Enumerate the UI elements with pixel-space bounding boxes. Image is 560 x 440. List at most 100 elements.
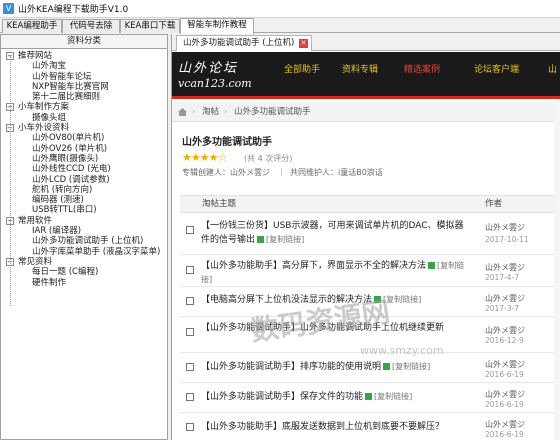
creator-info: 专辑创建人：山外メ雲ジ <box>182 168 270 177</box>
list-item: 【一份钱三份货】USB示波器，可用来调试单片机的DAC、模拟器件的信号输出 [复制… <box>180 215 555 255</box>
row-date: 2017-3-7 <box>485 304 520 313</box>
tree-item-forum[interactable]: 山外智能车论坛 <box>1 72 167 82</box>
window-title: 山外KEA编程下载助手V1.0 <box>18 5 129 15</box>
breadcrumb-current[interactable]: 山外多功能调试助手 <box>234 102 311 122</box>
category-tree: − 推荐网站 山外淘宝 山外智能车论坛 NXP智能车比赛官网 第十二届比赛细则 −… <box>1 49 167 306</box>
tree-item-rules[interactable]: 第十二届比赛细则 <box>1 92 167 102</box>
thread-link[interactable]: 【山外多功能调试助手】保存文件的功能 <box>201 392 363 402</box>
rating-count: (共 4 次评分) <box>244 154 293 163</box>
sidebar: 资料分类 − 推荐网站 山外淘宝 山外智能车论坛 NXP智能车比赛官网 第十二届比… <box>0 34 168 440</box>
attachment-icon <box>383 363 391 370</box>
home-icon[interactable] <box>178 108 187 116</box>
site-header: 山外论坛 vcan123.com 全部助手 资料专辑 精选案例 论坛客户端 山 <box>172 52 560 99</box>
tree-item-hardware[interactable]: 硬件制作 <box>1 278 167 288</box>
nav-forum-client[interactable]: 论坛客户端 <box>474 62 519 75</box>
tree-item-font-menu[interactable]: 山外字库菜单助手 (液晶汉字菜单) <box>1 247 167 257</box>
tab-code-remove[interactable]: 代码号去除 <box>62 19 120 33</box>
row-author[interactable]: 山外メ雲ジ <box>485 359 525 370</box>
title-bar: V 山外KEA编程下载助手V1.0 <box>0 0 560 18</box>
tree-item-ov26[interactable]: 山外OV26 (单片机) <box>1 144 167 154</box>
tree-item-camera-group[interactable]: 摄像头组 <box>1 113 167 123</box>
tree-item-debug-assistant[interactable]: 山外多功能调试助手 (上位机) <box>1 236 167 246</box>
breadcrumb-taotie[interactable]: 淘帖 <box>202 102 219 122</box>
tree-item-taobao[interactable]: 山外淘宝 <box>1 61 167 71</box>
tree-item-usb-ttl[interactable]: USB转TTL(串口) <box>1 205 167 215</box>
watermark-url: www.smzy.com <box>360 344 444 357</box>
browser-tab[interactable]: 山外多功能调试助手 (上位机) ✕ <box>176 35 312 51</box>
nav-featured[interactable]: 精选案例 <box>404 62 440 75</box>
main-tab-bar: KEA编程助手 代码号去除 KEA串口下载 智能车制作教程 <box>0 18 560 34</box>
row-author[interactable]: 山外メ雲ジ <box>485 293 525 304</box>
list-item: 【山外多功能助手】高分屏下，界面显示不全的解决方法 [复制链接] 山外メ雲ジ 20… <box>180 255 555 287</box>
tree-connector <box>10 56 11 306</box>
thread-link[interactable]: 【山外多功能调试助手】排序功能的使用说明 <box>201 362 381 372</box>
row-date: 2016-6-19 <box>485 430 524 439</box>
app-icon: V <box>3 3 14 14</box>
row-author[interactable]: 山外メ雲ジ <box>485 419 525 430</box>
tree-item-iar[interactable]: IAR (编译器) <box>1 226 167 236</box>
tree-item-eagle-eye[interactable]: 山外鹰眼(摄像头) <box>1 154 167 164</box>
meta-separator: | <box>280 167 283 176</box>
scrollbar[interactable] <box>554 99 560 440</box>
list-header-title: 淘帖主题 <box>202 199 237 209</box>
row-author[interactable]: 山外メ雲ジ <box>485 262 525 273</box>
list-item: 【山外多功能助手】底服发送数据到上位机到底要不要解压？ 山外メ雲ジ 2016-6… <box>180 413 555 440</box>
row-date: 2016-6-19 <box>485 370 524 379</box>
thread-link[interactable]: 【一份钱三份货】USB示波器，可用来调试单片机的DAC、模拟器件的信号输出 <box>201 221 464 245</box>
row-author[interactable]: 山外メ雲ジ <box>485 389 525 400</box>
tree-group-common-docs[interactable]: − 常见资料 <box>1 257 167 267</box>
tree-item-ov80[interactable]: 山外OV80(单片机) <box>1 133 167 143</box>
browser-pane: 山外多功能调试助手 (上位机) ✕ 山外论坛 vcan123.com 全部助手 … <box>171 34 560 440</box>
tree-item-encoder[interactable]: 编码器 (测速) <box>1 195 167 205</box>
sidebar-header: 资料分类 <box>1 35 167 49</box>
list-header-author: 作者 <box>485 199 503 209</box>
site-logo[interactable]: 山外论坛 <box>178 57 238 76</box>
nav-more[interactable]: 山 <box>548 62 557 75</box>
thread-icon <box>186 363 194 371</box>
row-author[interactable]: 山外メ雲ジ <box>485 222 525 233</box>
copy-link[interactable]: [复制链接] <box>266 235 304 244</box>
row-date: 2016-12-9 <box>485 336 524 345</box>
tree-group-car-plans[interactable]: − 小车制作方案 <box>1 102 167 112</box>
thread-link[interactable]: 【山外多功能助手】底服发送数据到上位机到底要不要解压？ <box>201 422 444 432</box>
nav-collections[interactable]: 资料专辑 <box>342 62 378 75</box>
maintainer-info: 共同维护人：i童话B0浪话 <box>290 168 383 177</box>
copy-link[interactable]: [复制链接] <box>374 392 412 401</box>
tab-kea-programming[interactable]: KEA编程助手 <box>2 19 62 33</box>
list-header: 淘帖主题 作者 <box>180 195 555 213</box>
browser-tab-bar: 山外多功能调试助手 (上位机) ✕ <box>172 34 560 51</box>
tree-item-daily-question[interactable]: 每日一题 (C编程) <box>1 267 167 277</box>
row-date: 2017-10-11 <box>485 235 529 244</box>
thread-icon <box>186 266 194 274</box>
attachment-icon <box>365 393 373 400</box>
thread-icon <box>186 226 194 234</box>
rating-stars: ★★★★☆ <box>182 151 227 164</box>
thread-icon <box>186 297 194 305</box>
close-icon[interactable]: ✕ <box>299 39 308 48</box>
attachment-icon <box>257 236 265 243</box>
thread-icon <box>186 328 194 336</box>
thread-title: 山外多功能调试助手 <box>182 137 272 148</box>
tree-group-peripherals[interactable]: − 小车外设资料 <box>1 123 167 133</box>
tree-item-linear-ccd[interactable]: 山外线性CCD (光电) <box>1 164 167 174</box>
tree-item-nxp-site[interactable]: NXP智能车比赛官网 <box>1 82 167 92</box>
tree-group-software[interactable]: − 常用软件 <box>1 216 167 226</box>
tree-group-recommended[interactable]: − 推荐网站 <box>1 51 167 61</box>
nav-all-helpers[interactable]: 全部助手 <box>284 62 320 75</box>
row-author[interactable]: 山外メ雲ジ <box>485 325 525 336</box>
attachment-icon <box>428 262 436 269</box>
site-logo-url: vcan123.com <box>178 77 252 90</box>
row-date: 2017-4-7 <box>485 273 520 282</box>
thread-icon <box>186 423 194 431</box>
thread-link[interactable]: 【山外多功能助手】高分屏下，界面显示不全的解决方法 <box>201 261 426 271</box>
tree-item-servo[interactable]: 舵机 (转向方向) <box>1 185 167 195</box>
row-date: 2016-6-19 <box>485 400 524 409</box>
list-item: 【山外多功能调试助手】排序功能的使用说明 [复制链接] 山外メ雲ジ 2016-6-… <box>180 353 555 383</box>
breadcrumb: › 淘帖 › 山外多功能调试助手 <box>172 102 560 122</box>
copy-link[interactable]: [复制链接] <box>383 295 421 304</box>
tab-car-tutorial[interactable]: 智能车制作教程 <box>180 18 254 34</box>
copy-link[interactable]: [复制链接] <box>392 362 430 371</box>
tree-item-lcd[interactable]: 山外LCD (调试参数) <box>1 175 167 185</box>
thread-icon <box>186 393 194 401</box>
tab-kea-serial-download[interactable]: KEA串口下载 <box>120 19 180 33</box>
